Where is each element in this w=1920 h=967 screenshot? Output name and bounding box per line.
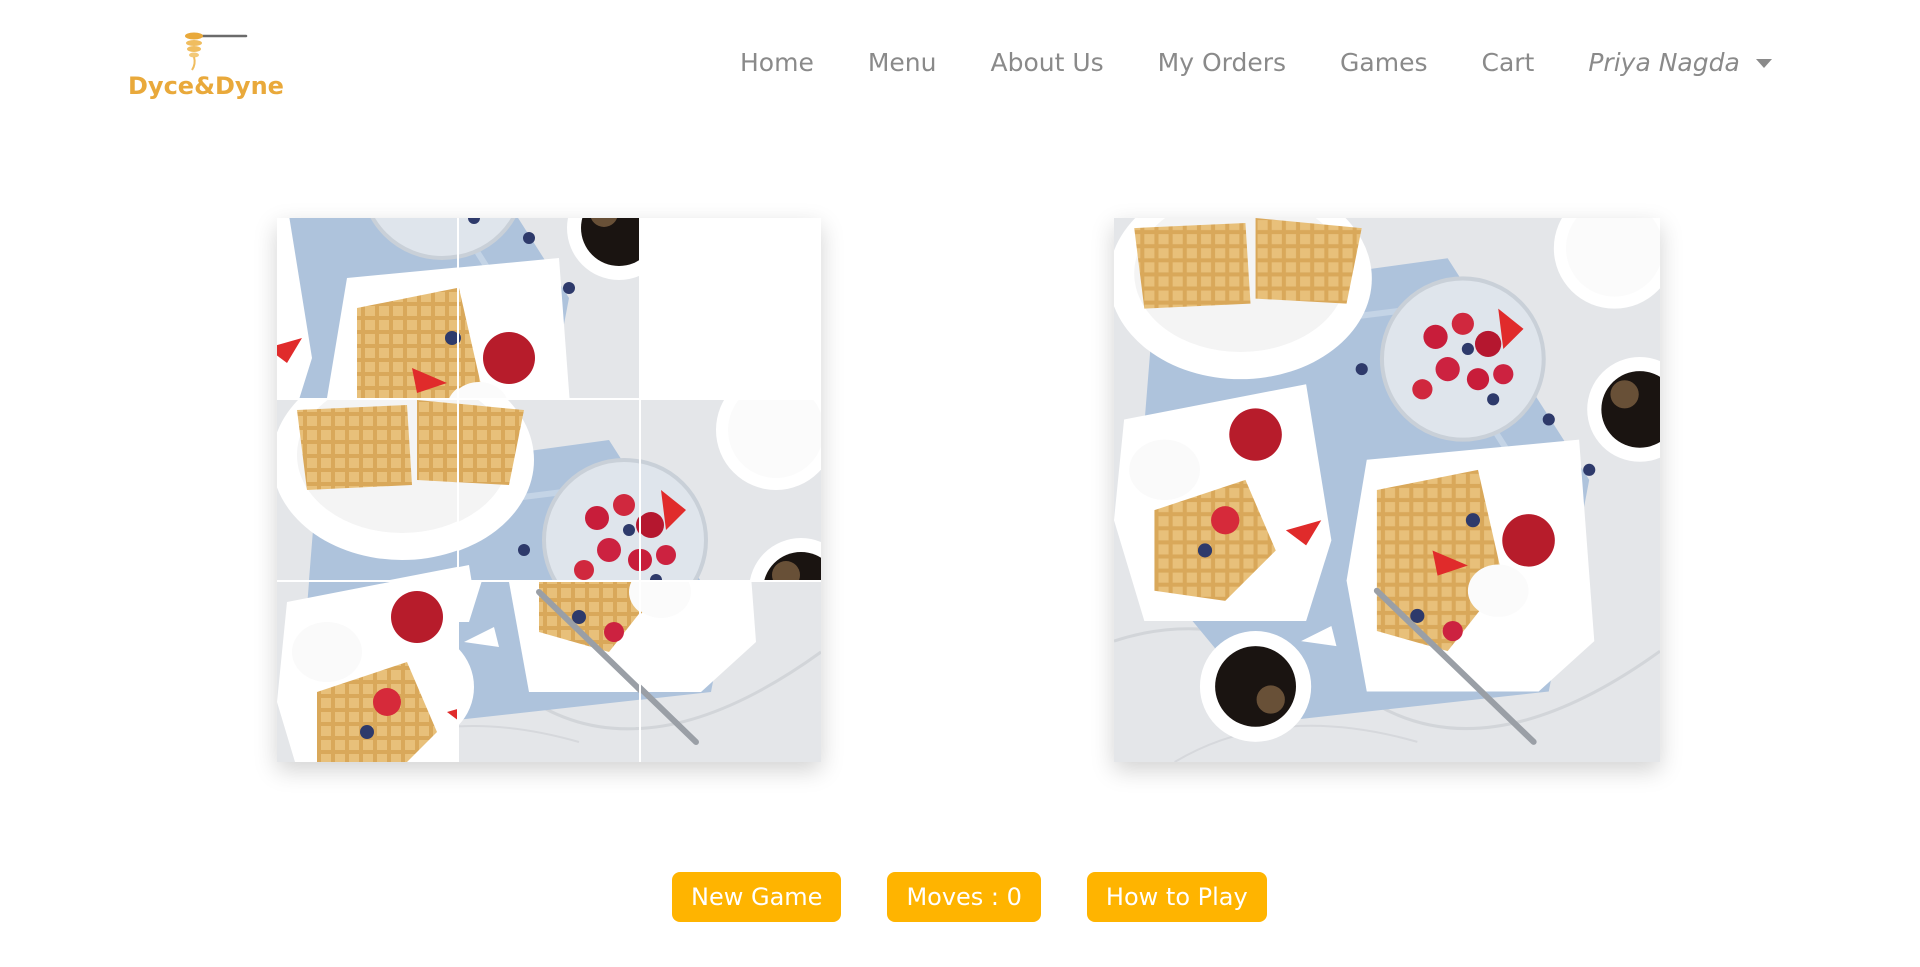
puzzle-tile[interactable] [641, 400, 821, 580]
game-controls: New Game Moves : 0 How to Play [672, 872, 1313, 922]
puzzle-tile[interactable] [459, 400, 639, 580]
nav-home[interactable]: Home [740, 48, 814, 77]
nav-about-us[interactable]: About Us [990, 48, 1103, 77]
moves-counter: Moves : 0 [887, 872, 1041, 922]
puzzle-tile[interactable] [459, 582, 639, 762]
nav-my-orders[interactable]: My Orders [1158, 48, 1286, 77]
waffles-breakfast-preview-image [1114, 218, 1660, 762]
puzzle-tile[interactable] [277, 400, 457, 580]
caret-down-icon [1755, 58, 1772, 68]
puzzle-tile[interactable] [459, 218, 639, 398]
nav-links: Home Menu About Us My Orders Games Cart … [740, 42, 1772, 82]
navbar: Dyce&Dyne Home Menu About Us My Orders G… [0, 0, 1920, 130]
nav-cart[interactable]: Cart [1482, 48, 1535, 77]
puzzle-tile-image [277, 582, 457, 762]
puzzle-tile-image [459, 582, 639, 762]
user-menu-dropdown[interactable]: Priya Nagda [1588, 47, 1772, 77]
puzzle-tile[interactable] [641, 582, 821, 762]
puzzle-empty-slot[interactable] [641, 218, 821, 398]
brand-logo[interactable]: Dyce&Dyne [128, 22, 298, 108]
how-to-play-button[interactable]: How to Play [1086, 872, 1267, 922]
puzzle-tile[interactable] [277, 218, 457, 398]
user-name: Priya Nagda [1588, 47, 1740, 77]
puzzle-tile-image [641, 400, 821, 580]
nav-games[interactable]: Games [1340, 48, 1427, 77]
puzzle-tile-image [277, 400, 457, 580]
puzzle-board [277, 218, 821, 762]
puzzle-tile-image [459, 218, 639, 398]
preview-image [1114, 218, 1660, 762]
new-game-button[interactable]: New Game [672, 872, 842, 922]
puzzle-tile-image [641, 582, 821, 762]
brand-name: Dyce&Dyne [128, 72, 284, 100]
nav-menu[interactable]: Menu [868, 48, 937, 77]
puzzle-tile[interactable] [277, 582, 457, 762]
puzzle-tile-image [459, 400, 639, 580]
whisk-honey-dipper-icon [185, 32, 248, 71]
puzzle-tile-image [277, 218, 457, 398]
